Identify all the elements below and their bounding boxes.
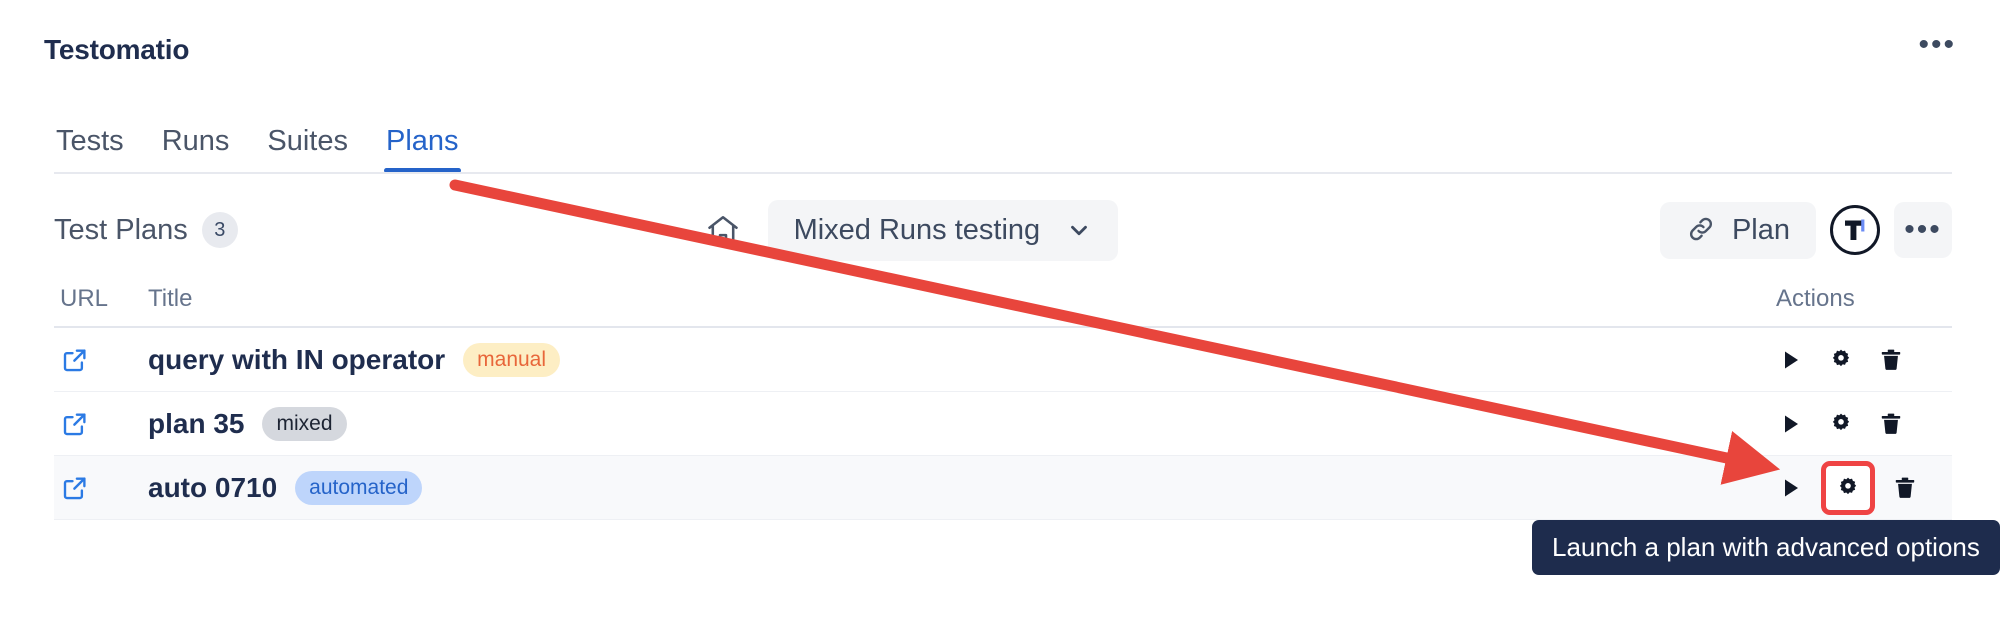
home-icon[interactable] [700, 207, 746, 253]
run-icon[interactable] [1776, 409, 1806, 439]
settings-icon[interactable] [1826, 345, 1856, 375]
tab-suites[interactable]: Suites [265, 127, 350, 172]
plan-title[interactable]: auto 0710 [148, 472, 277, 504]
external-link-icon[interactable] [60, 345, 90, 375]
column-header-url: URL [60, 285, 109, 312]
toolbar-right: Plan ••• [1659, 201, 1952, 259]
table-header-row: URL Title Actions [54, 276, 1952, 322]
run-icon[interactable] [1776, 473, 1806, 503]
table-row[interactable]: query with IN operator manual [54, 328, 1952, 392]
cell-url [60, 409, 148, 439]
tab-tests[interactable]: Tests [54, 127, 126, 172]
plan-title[interactable]: plan 35 [148, 408, 244, 440]
toolbar-center: Mixed Runs testing [158, 199, 1660, 261]
plans-toolbar: Test Plans 3 Mixed Runs testing Plan ••• [0, 186, 2006, 274]
cell-title: plan 35 mixed [148, 406, 1776, 441]
more-dots-icon: ••• [1904, 213, 1942, 246]
tab-runs[interactable]: Runs [160, 127, 232, 172]
plan-title[interactable]: query with IN operator [148, 344, 445, 376]
header-more-menu-button[interactable]: ••• [1912, 30, 1962, 67]
add-plan-button[interactable]: Plan [1659, 201, 1816, 259]
plan-type-badge: manual [463, 342, 561, 377]
tab-bar: Tests Runs Suites Plans [0, 100, 2006, 173]
table-row[interactable]: auto 0710 automated [54, 456, 1952, 520]
external-link-icon[interactable] [60, 473, 90, 503]
app-header: Testomatio ••• [0, 0, 2006, 100]
column-header-actions: Actions [1776, 285, 1855, 312]
plan-type-badge: mixed [262, 406, 347, 441]
table-row[interactable]: plan 35 mixed [54, 392, 1952, 456]
cell-actions [1776, 409, 1946, 439]
cell-url [60, 345, 148, 375]
settings-icon[interactable] [1821, 460, 1875, 515]
tabs: Tests Runs Suites Plans [54, 100, 1952, 173]
run-icon[interactable] [1776, 345, 1806, 375]
settings-icon[interactable] [1826, 409, 1856, 439]
chevron-down-icon [1066, 217, 1092, 243]
cell-actions [1776, 345, 1946, 375]
external-link-icon[interactable] [60, 409, 90, 439]
testomatio-logo-icon[interactable] [1830, 205, 1880, 255]
delete-icon[interactable] [1890, 473, 1920, 503]
app-window: Testomatio ••• Tests Runs Suites Plans T… [0, 0, 2006, 626]
page-title: Testomatio [44, 34, 190, 65]
delete-icon[interactable] [1876, 345, 1906, 375]
column-header-title: Title [148, 285, 193, 312]
cell-title: auto 0710 automated [148, 470, 1776, 505]
plan-type-badge: automated [295, 470, 423, 505]
tooltip: Launch a plan with advanced options [1532, 520, 2000, 575]
cell-url [60, 473, 148, 503]
delete-icon[interactable] [1876, 409, 1906, 439]
tab-bar-divider [54, 172, 1952, 174]
cell-title: query with IN operator manual [148, 342, 1776, 377]
add-plan-label: Plan [1731, 213, 1790, 246]
cell-actions [1776, 460, 1946, 515]
link-icon [1686, 214, 1716, 247]
toolbar-more-menu-button[interactable]: ••• [1894, 202, 1952, 258]
project-select-value: Mixed Runs testing [793, 213, 1041, 246]
project-select[interactable]: Mixed Runs testing [767, 199, 1119, 261]
tab-plans[interactable]: Plans [384, 127, 461, 173]
test-plans-table: URL Title Actions query with IN operator… [54, 276, 1952, 520]
